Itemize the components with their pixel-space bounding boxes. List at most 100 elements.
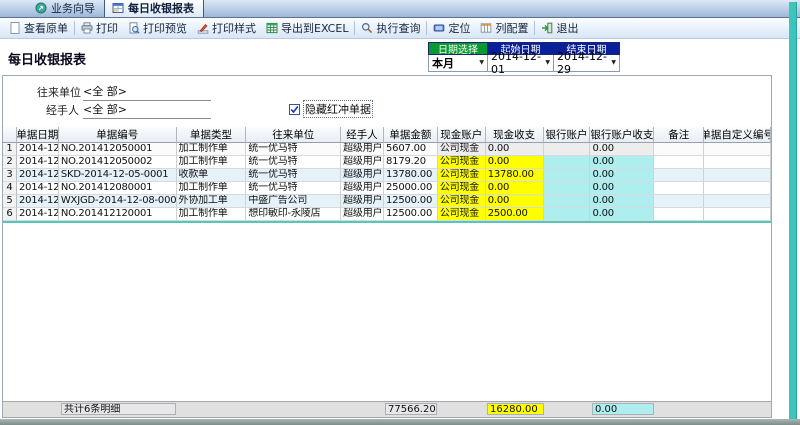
end-date-select[interactable]: 2014-12-29 ▼ xyxy=(554,55,620,72)
cell-cash-flow[interactable]: 0.00 xyxy=(486,195,544,208)
cell-bank-flow[interactable]: 0.00 xyxy=(590,182,654,195)
checkbox-checked-icon[interactable] xyxy=(289,104,300,115)
hide-reversed-checkbox-row[interactable]: 隐藏红冲单据 xyxy=(289,100,373,118)
cell-cash-account[interactable]: 公司现金 xyxy=(438,143,486,156)
cell-bank-flow[interactable]: 0.00 xyxy=(590,156,654,169)
start-date-select[interactable]: 2014-12-01 ▼ xyxy=(488,55,554,72)
cell-doc-type[interactable]: 加工制作单 xyxy=(177,208,247,221)
cell-partner[interactable]: 统一优马特 xyxy=(246,143,341,156)
cell-bank-account[interactable] xyxy=(544,156,591,169)
cell-cash-account[interactable]: 公司现金 xyxy=(438,208,486,221)
cell-amount[interactable]: 25000.00 xyxy=(384,182,438,195)
table-row[interactable]: 62014-12-12NO.201412120001加工制作单想印敏印-永陵店超… xyxy=(3,208,771,221)
cell-custom-number[interactable] xyxy=(704,169,771,182)
cell-doc-date[interactable]: 2014-12-05 xyxy=(17,143,59,156)
table-row[interactable]: 12014-12-05NO.201412050001加工制作单统一优马特超级用户… xyxy=(3,143,771,156)
column-header-remark[interactable]: 备注 xyxy=(654,127,704,143)
column-header-doc-type[interactable]: 单据类型 xyxy=(177,127,247,143)
cell-custom-number[interactable] xyxy=(704,208,771,221)
cell-bank-account[interactable] xyxy=(544,169,591,182)
query-button[interactable]: 执行查询 xyxy=(356,19,425,37)
cell-doc-number[interactable]: NO.201412120001 xyxy=(59,208,177,221)
cell-cash-flow[interactable]: 13780.00 xyxy=(486,169,544,182)
cell-partner[interactable]: 统一优马特 xyxy=(246,182,341,195)
table-row[interactable]: 42014-12-08NO.201412080001加工制作单统一优马特超级用户… xyxy=(3,182,771,195)
hide-reversed-label[interactable]: 隐藏红冲单据 xyxy=(303,100,373,118)
cell-doc-date[interactable]: 2014-12-05 xyxy=(17,169,59,182)
cell-handler[interactable]: 超级用户 xyxy=(341,169,384,182)
partner-field[interactable]: <全 部> xyxy=(83,83,211,101)
column-header-amount[interactable]: 单据金额 xyxy=(384,127,438,143)
cell-custom-number[interactable] xyxy=(704,195,771,208)
cell-row-number[interactable]: 4 xyxy=(3,182,17,195)
view-original-button[interactable]: 查看原单 xyxy=(4,19,73,37)
cell-custom-number[interactable] xyxy=(704,156,771,169)
cell-amount[interactable]: 12500.00 xyxy=(384,195,438,208)
cell-bank-account[interactable] xyxy=(544,182,591,195)
cell-remark[interactable] xyxy=(654,169,704,182)
cell-cash-flow[interactable]: 0.00 xyxy=(486,182,544,195)
cell-cash-flow[interactable]: 0.00 xyxy=(486,143,544,156)
cell-cash-flow[interactable]: 2500.00 xyxy=(486,208,544,221)
cell-row-number[interactable]: 2 xyxy=(3,156,17,169)
cell-row-number[interactable]: 5 xyxy=(3,195,17,208)
locate-button[interactable]: 定位 xyxy=(428,19,475,37)
cell-cash-flow[interactable]: 0.00 xyxy=(486,156,544,169)
cell-handler[interactable]: 超级用户 xyxy=(341,143,384,156)
cell-cash-account[interactable]: 公司现金 xyxy=(438,156,486,169)
cell-remark[interactable] xyxy=(654,195,704,208)
cell-bank-account[interactable] xyxy=(544,195,591,208)
cell-row-number[interactable]: 3 xyxy=(3,169,17,182)
cell-cash-account[interactable]: 公司现金 xyxy=(438,195,486,208)
cell-doc-date[interactable]: 2014-12-12 xyxy=(17,208,59,221)
cell-amount[interactable]: 5607.00 xyxy=(384,143,438,156)
table-row[interactable]: 22014-12-05NO.201412050002加工制作单统一优马特超级用户… xyxy=(3,156,771,169)
cell-handler[interactable]: 超级用户 xyxy=(341,195,384,208)
tab-business-wizard[interactable]: 业务向导 xyxy=(28,0,104,17)
cell-remark[interactable] xyxy=(654,143,704,156)
cell-bank-flow[interactable]: 0.00 xyxy=(590,143,654,156)
exit-button[interactable]: 退出 xyxy=(536,19,583,37)
cell-cash-account[interactable]: 公司现金 xyxy=(438,169,486,182)
column-header-handler[interactable]: 经手人 xyxy=(341,127,384,143)
cell-partner[interactable]: 统一优马特 xyxy=(246,156,341,169)
export-excel-button[interactable]: 导出到EXCEL xyxy=(261,19,353,37)
cell-doc-type[interactable]: 加工制作单 xyxy=(177,156,247,169)
cell-custom-number[interactable] xyxy=(704,143,771,156)
cell-doc-number[interactable]: NO.201412080001 xyxy=(59,182,177,195)
cell-doc-date[interactable]: 2014-12-05 xyxy=(17,156,59,169)
column-header-doc-number[interactable]: 单据编号 xyxy=(59,127,177,143)
cell-doc-type[interactable]: 收款单 xyxy=(177,169,247,182)
cell-remark[interactable] xyxy=(654,156,704,169)
cell-doc-number[interactable]: WXJGD-2014-12-08-0002 xyxy=(59,195,177,208)
tab-daily-cash-report[interactable]: 每日收银报表 xyxy=(104,0,204,17)
cell-bank-account[interactable] xyxy=(544,208,591,221)
table-row[interactable]: 52014-12-08WXJGD-2014-12-08-0002外协加工单中盛广… xyxy=(3,195,771,208)
print-preview-button[interactable]: 打印预览 xyxy=(123,19,192,37)
cell-doc-number[interactable]: NO.201412050001 xyxy=(59,143,177,156)
cell-partner[interactable]: 中盛广告公司 xyxy=(246,195,341,208)
cell-handler[interactable]: 超级用户 xyxy=(341,156,384,169)
column-header-doc-date[interactable]: 单据日期 xyxy=(17,127,59,143)
cell-handler[interactable]: 超级用户 xyxy=(341,182,384,195)
column-header-partner[interactable]: 往来单位 xyxy=(246,127,341,143)
cell-handler[interactable]: 超级用户 xyxy=(341,208,384,221)
cell-doc-date[interactable]: 2014-12-08 xyxy=(17,182,59,195)
cell-bank-account[interactable] xyxy=(544,143,591,156)
cell-partner[interactable]: 想印敏印-永陵店 xyxy=(246,208,341,221)
cell-cash-account[interactable]: 公司现金 xyxy=(438,182,486,195)
cell-doc-date[interactable]: 2014-12-08 xyxy=(17,195,59,208)
column-header-cash-flow[interactable]: 现金收支 xyxy=(486,127,544,143)
cell-doc-number[interactable]: NO.201412050002 xyxy=(59,156,177,169)
cell-doc-type[interactable]: 外协加工单 xyxy=(177,195,247,208)
handler-field[interactable]: <全 部> xyxy=(83,101,211,119)
column-config-button[interactable]: 列配置 xyxy=(475,19,533,37)
cell-row-number[interactable]: 1 xyxy=(3,143,17,156)
cell-amount[interactable]: 13780.00 xyxy=(384,169,438,182)
column-header-bank-account[interactable]: 银行账户 xyxy=(544,127,591,143)
cell-doc-type[interactable]: 加工制作单 xyxy=(177,182,247,195)
column-header-row-number[interactable] xyxy=(3,127,17,143)
table-row[interactable]: 32014-12-05SKD-2014-12-05-0001收款单统一优马特超级… xyxy=(3,169,771,182)
cell-doc-number[interactable]: SKD-2014-12-05-0001 xyxy=(59,169,177,182)
cell-amount[interactable]: 8179.20 xyxy=(384,156,438,169)
